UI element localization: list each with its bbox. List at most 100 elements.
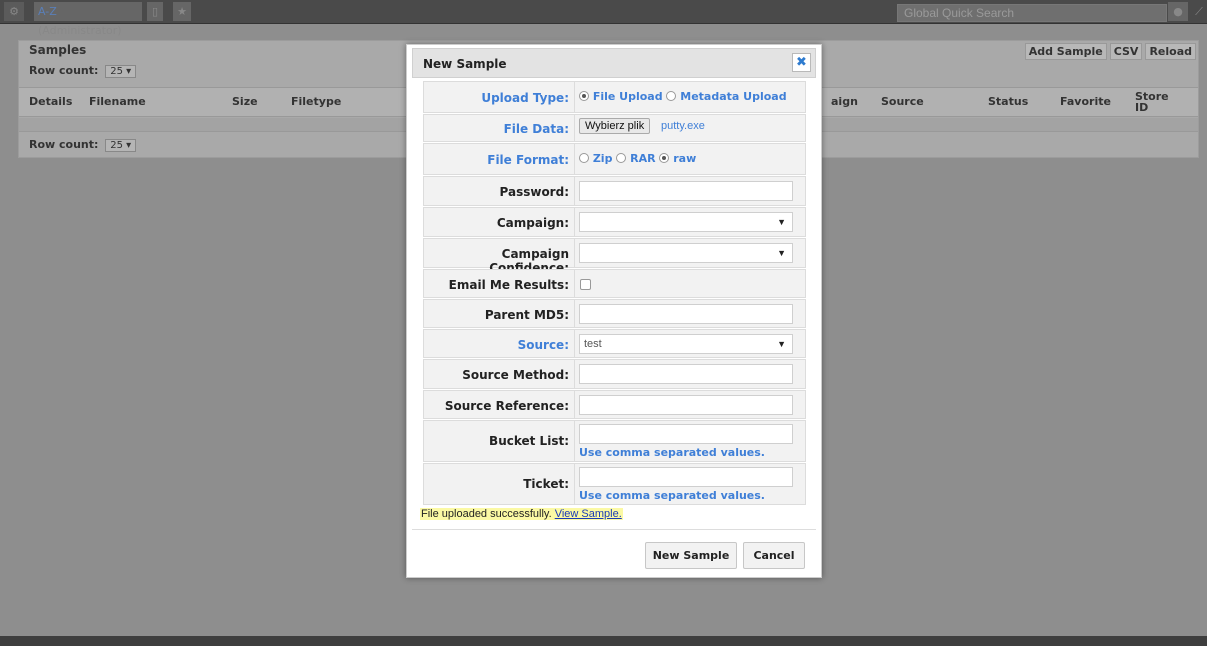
panel-title: Samples [29,43,87,57]
raw-label[interactable]: raw [673,152,696,165]
row-count-top: Row count: 25 ▾ [29,64,137,78]
file-name: putty.exe [661,120,705,132]
cancel-button[interactable]: Cancel [743,542,805,569]
file-data-row: File Data: Wybierz plik putty.exe [423,114,806,142]
campaign-confidence-select[interactable]: ▼ [579,243,793,263]
column-favorite[interactable]: Favorite [1060,95,1111,108]
ticket-hint: Use comma separated values. [579,489,765,502]
success-message: File uploaded successfully. View Sample. [420,508,623,520]
campaign-label: Campaign: [496,216,569,230]
column-details[interactable]: Details [29,95,72,108]
source-reference-label: Source Reference: [444,399,569,413]
dialog-title: New Sample [423,57,507,71]
parent-md5-input[interactable] [579,304,793,324]
source-reference-input[interactable] [579,395,793,415]
column-filetype[interactable]: Filetype [291,95,341,108]
source-reference-value [574,391,805,418]
panel-buttons: Add Sample CSV Reload [1024,43,1196,60]
new-sample-dialog: New Sample ✖ Upload Type: File Upload Me… [406,44,822,578]
campaign-confidence-value: ▼ [574,239,805,267]
rar-label[interactable]: RAR [630,152,655,165]
add-sample-button[interactable]: Add Sample [1024,43,1107,60]
password-label: Password: [499,185,570,199]
column-campaign[interactable]: aign [831,95,858,108]
top-navbar: ⚙ A-Z (Administrator) ▯ ★ Global Quick S… [0,0,1207,37]
file-data-label: File Data: [503,122,569,136]
bottom-bar [0,636,1207,646]
file-format-row: File Format: Zip RAR raw [423,143,806,175]
chevron-down-icon: ▼ [777,339,786,349]
csv-button[interactable]: CSV [1109,43,1143,60]
bucket-list-input[interactable] [579,424,793,444]
column-size[interactable]: Size [232,95,258,108]
submit-new-sample-button[interactable]: New Sample [645,542,737,569]
file-data-value: Wybierz plik putty.exe [574,115,805,141]
file-upload-label[interactable]: File Upload [593,90,663,103]
bucket-list-label: Bucket List: [489,434,569,448]
campaign-value: ▼ [574,208,805,236]
metadata-upload-label[interactable]: Metadata Upload [680,90,786,103]
row-count-select[interactable]: 25 ▾ [105,65,137,78]
parent-md5-value [574,300,805,327]
global-search-input[interactable]: Global Quick Search [897,4,1167,22]
bucket-list-row: Bucket List: Use comma separated values. [423,420,806,462]
ticket-input[interactable] [579,467,793,487]
user-label: (Administrator) [38,24,122,37]
row-count-label: Row count: [29,138,99,151]
source-method-input[interactable] [579,364,793,384]
reload-button[interactable]: Reload [1145,43,1196,60]
rar-radio[interactable] [616,153,627,163]
source-method-row: Source Method: [423,359,806,389]
zip-radio[interactable] [579,153,589,163]
column-store-id[interactable]: Store ID [1135,91,1175,113]
bucket-list-value: Use comma separated values. [574,421,805,461]
source-value: test ▼ [574,330,805,357]
bucket-list-hint: Use comma separated values. [579,446,765,459]
tools-icon[interactable]: ⟋ [1191,2,1207,21]
trash-icon[interactable]: ▯ [147,2,163,21]
email-value [574,270,805,297]
user-menu[interactable]: A-Z (Administrator) [34,2,142,37]
chevron-down-icon: ▼ [777,248,786,258]
campaign-confidence-row: Campaign Confidence: ▼ [423,238,806,275]
metadata-upload-radio[interactable] [666,91,677,101]
gear-icon[interactable]: ⚙ [4,2,24,21]
email-checkbox[interactable] [580,279,591,290]
source-reference-row: Source Reference: [423,390,806,419]
source-select[interactable]: test ▼ [579,334,793,354]
campaign-row: Campaign: ▼ [423,207,806,237]
source-method-value [574,360,805,388]
email-label: Email Me Results: [448,278,569,292]
column-filename[interactable]: Filename [89,95,146,108]
row-count-select[interactable]: 25 ▾ [105,139,137,152]
email-row: Email Me Results: [423,269,806,298]
row-count-value: 25 [110,140,123,151]
password-input[interactable] [579,181,793,201]
row-count-label: Row count: [29,64,99,77]
column-source[interactable]: Source [881,95,924,108]
view-sample-link[interactable]: View Sample. [555,508,622,520]
file-upload-radio[interactable] [579,91,589,101]
password-value [574,177,805,205]
dialog-divider [412,529,816,530]
column-status[interactable]: Status [988,95,1028,108]
az-label: A-Z [38,5,57,18]
file-format-value: Zip RAR raw [574,144,805,174]
source-row: Source: test ▼ [423,329,806,358]
dialog-header: New Sample ✖ [412,48,816,78]
campaign-select[interactable]: ▼ [579,212,793,232]
upload-type-row: Upload Type: File Upload Metadata Upload [423,81,806,113]
success-text: File uploaded successfully. [421,508,552,520]
source-selected: test [584,338,602,350]
settings-icon[interactable]: ● [1168,2,1188,21]
file-format-label: File Format: [487,153,569,167]
ticket-row: Ticket: Use comma separated values. [423,463,806,505]
star-icon[interactable]: ★ [173,2,191,21]
ticket-label: Ticket: [523,477,569,491]
choose-file-button[interactable]: Wybierz plik [579,118,651,134]
close-icon[interactable]: ✖ [792,53,811,72]
raw-radio[interactable] [659,153,670,163]
upload-type-value: File Upload Metadata Upload [574,82,805,112]
ticket-value: Use comma separated values. [574,464,805,504]
zip-label[interactable]: Zip [593,152,613,165]
